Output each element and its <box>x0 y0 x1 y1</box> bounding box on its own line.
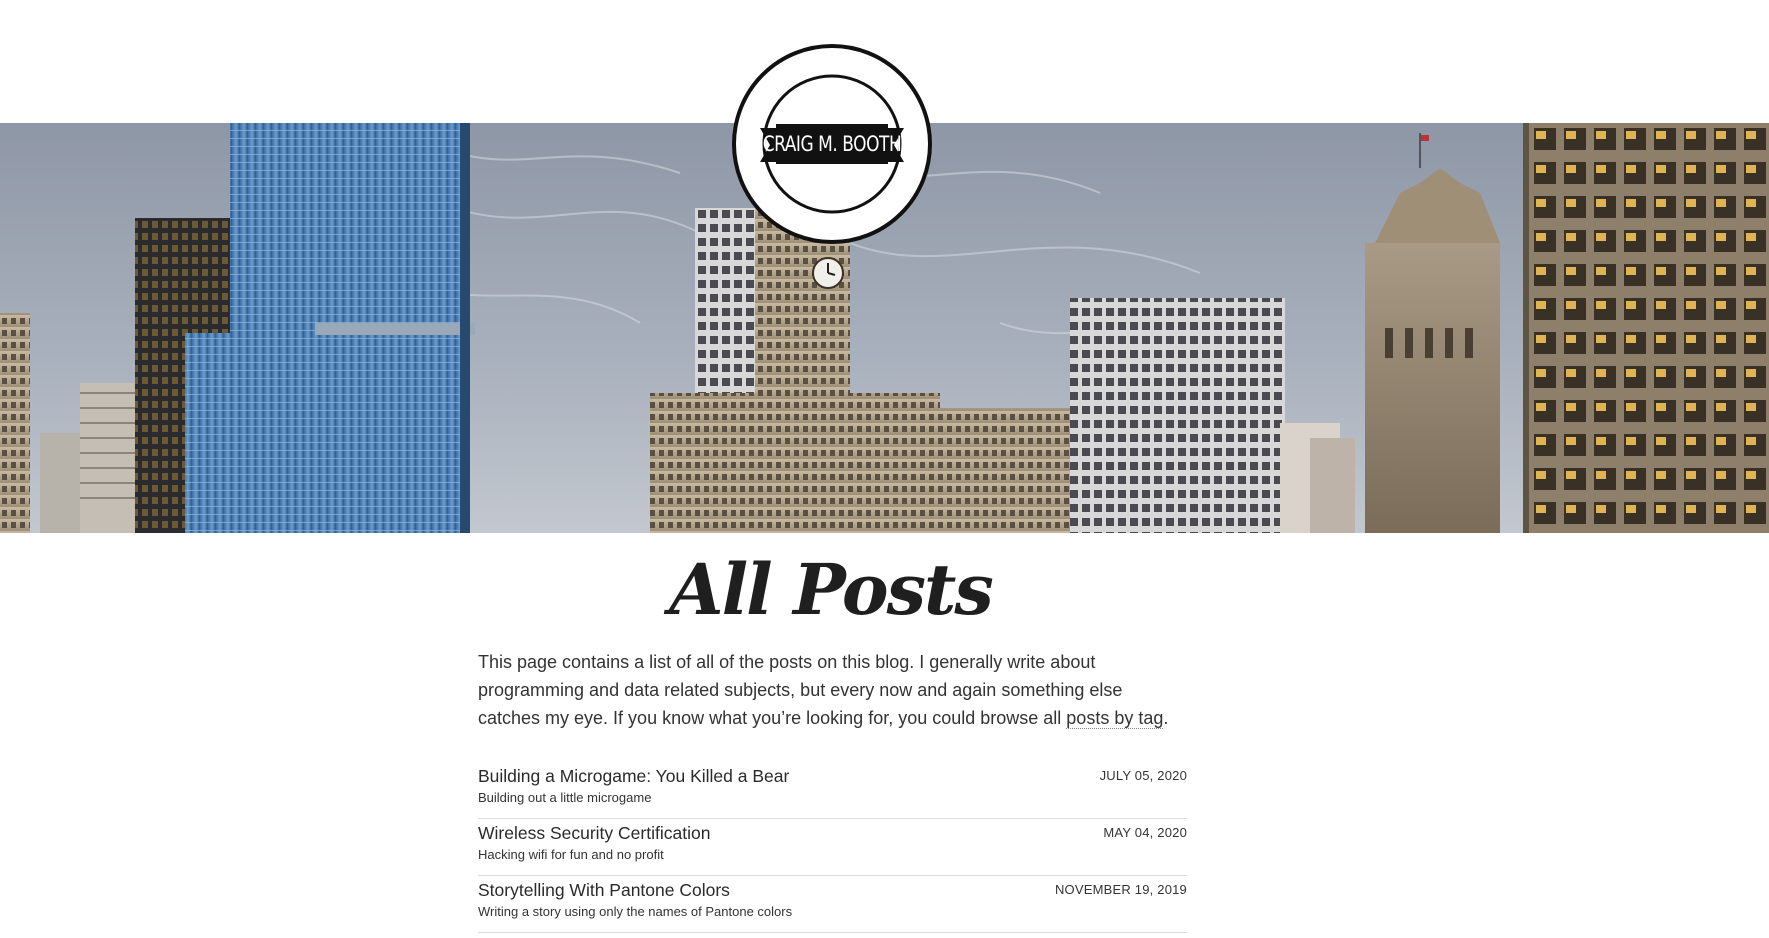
post-list: Building a Microgame: You Killed a Bear … <box>478 762 1187 933</box>
post-subtitle: Writing a story using only the names of … <box>478 904 793 919</box>
post-date: NOVEMBER 19, 2019 <box>1054 882 1187 897</box>
site-logo[interactable]: CRAIG M. BOOTH <box>730 42 934 246</box>
intro-text: This page contains a list of all of the … <box>478 652 1123 728</box>
page-title: All Posts <box>669 548 993 631</box>
post-title[interactable]: Wireless Security Certification <box>478 823 710 844</box>
post-title[interactable]: Storytelling With Pantone Colors <box>478 880 730 901</box>
post-item[interactable]: Storytelling With Pantone Colors Writing… <box>478 876 1187 933</box>
post-title[interactable]: Building a Microgame: You Killed a Bear <box>478 766 789 787</box>
posts-by-tag-link[interactable]: posts by tag <box>1066 708 1164 729</box>
post-item[interactable]: Building a Microgame: You Killed a Bear … <box>478 762 1187 819</box>
intro-end: . <box>1163 708 1169 728</box>
intro-paragraph: This page contains a list of all of the … <box>478 648 1188 732</box>
post-date: JULY 05, 2020 <box>1099 768 1187 783</box>
post-subtitle: Hacking wifi for fun and no profit <box>478 847 664 862</box>
post-item[interactable]: Wireless Security Certification Hacking … <box>478 819 1187 876</box>
post-subtitle: Building out a little microgame <box>478 790 652 805</box>
post-date: MAY 04, 2020 <box>1103 825 1187 840</box>
